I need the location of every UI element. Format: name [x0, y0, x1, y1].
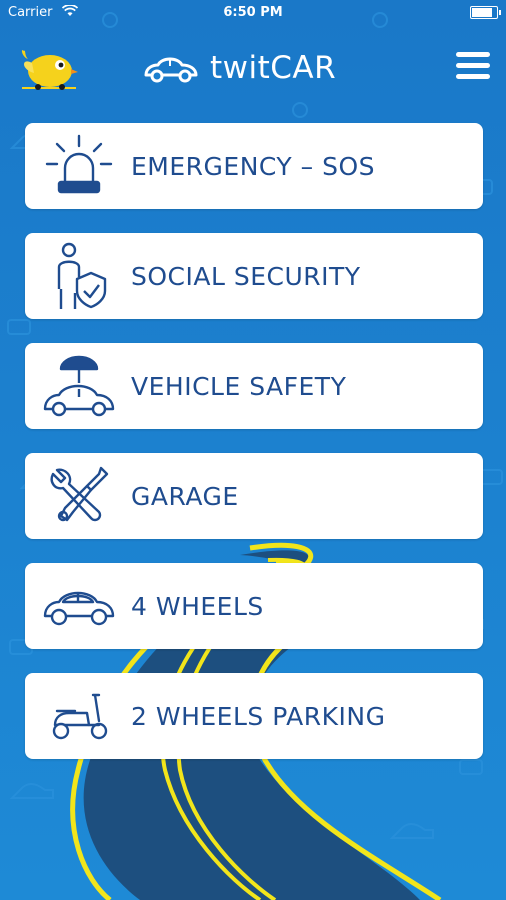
car-icon	[144, 57, 198, 83]
battery-icon	[470, 6, 501, 19]
siren-icon	[41, 131, 117, 201]
hamburger-icon	[456, 52, 490, 57]
car-icon	[41, 571, 117, 641]
menu-item-vehicle-safety[interactable]: VEHICLE SAFETY	[25, 343, 483, 429]
main-menu-list: EMERGENCY – SOS SOCIAL SECURITY VEHICLE …	[25, 123, 483, 783]
menu-item-label: 2 WHEELS PARKING	[131, 701, 386, 731]
menu-item-social-security[interactable]: SOCIAL SECURITY	[25, 233, 483, 319]
navigation-bar: twitCAR	[0, 34, 506, 102]
hamburger-menu-button[interactable]	[456, 52, 490, 82]
car-umbrella-icon	[41, 351, 117, 421]
menu-item-label: 4 WHEELS	[131, 591, 264, 621]
menu-item-label: VEHICLE SAFETY	[131, 371, 347, 401]
person-shield-icon	[41, 241, 117, 311]
menu-item-emergency-sos[interactable]: EMERGENCY – SOS	[25, 123, 483, 209]
bird-logo[interactable]	[18, 43, 80, 95]
status-bar: Carrier 6:50 PM	[0, 0, 506, 26]
app-title-text: twitCAR	[210, 50, 337, 86]
menu-item-2-wheels-parking[interactable]: 2 WHEELS PARKING	[25, 673, 483, 759]
app-title: twitCAR	[142, 44, 336, 92]
menu-item-label: SOCIAL SECURITY	[131, 261, 361, 291]
wrench-screwdriver-icon	[41, 461, 117, 531]
menu-item-label: GARAGE	[131, 481, 239, 511]
scooter-icon	[41, 681, 117, 751]
menu-item-garage[interactable]: GARAGE	[25, 453, 483, 539]
status-time: 6:50 PM	[223, 5, 283, 20]
menu-item-4-wheels[interactable]: 4 WHEELS	[25, 563, 483, 649]
menu-item-label: EMERGENCY – SOS	[131, 151, 375, 181]
